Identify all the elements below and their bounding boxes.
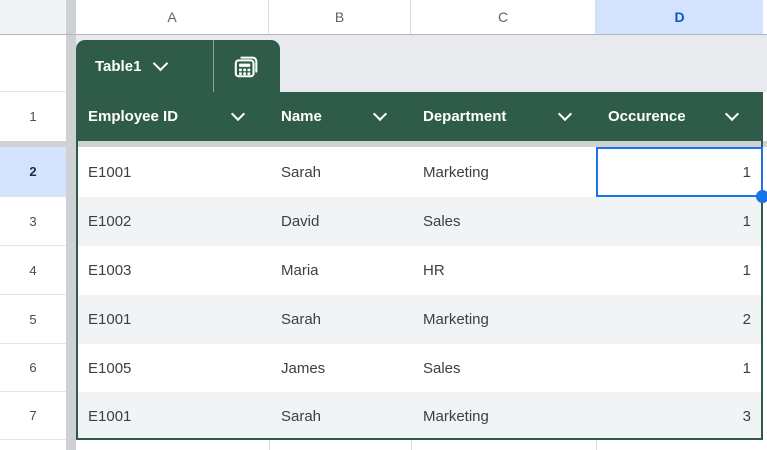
cell-d6[interactable]: 1: [596, 344, 763, 392]
chevron-down-icon[interactable]: [725, 107, 739, 121]
frozen-row-divider: [0, 141, 767, 147]
row-header-4[interactable]: 4: [0, 246, 66, 295]
table-row: 3 E1002 David Sales 1: [0, 197, 767, 246]
cell-b4[interactable]: Maria: [269, 246, 411, 295]
cell-a6[interactable]: E1005: [76, 344, 269, 392]
cell-d3[interactable]: 1: [596, 197, 763, 246]
cell-a7[interactable]: E1001: [76, 392, 269, 440]
cell-c4[interactable]: HR: [411, 246, 596, 295]
table-row: 2 E1001 Sarah Marketing 1: [0, 147, 767, 197]
chevron-down-icon: [153, 56, 169, 72]
table-header-employee-id[interactable]: Employee ID: [76, 92, 269, 141]
chevron-down-icon[interactable]: [373, 107, 387, 121]
row-filler: [763, 392, 767, 440]
table-border-bottom: [76, 438, 763, 440]
table-name-button[interactable]: Table1: [76, 40, 213, 92]
row-filler: [763, 295, 767, 344]
table-header-row: 1 Employee ID Name Department Occurence: [0, 92, 767, 141]
table-row: 5 E1001 Sarah Marketing 2: [0, 295, 767, 344]
table-tab: Table1: [76, 40, 280, 92]
chevron-down-icon[interactable]: [558, 107, 572, 121]
table-header-department[interactable]: Department: [411, 92, 596, 141]
cell-b2[interactable]: Sarah: [269, 147, 411, 197]
row-header-3[interactable]: 3: [0, 197, 66, 246]
row-header-spacer: [0, 35, 66, 92]
row-filler: [763, 344, 767, 392]
cell-b7[interactable]: Sarah: [269, 392, 411, 440]
column-header-a[interactable]: A: [76, 0, 269, 34]
partial-grid: [76, 440, 767, 450]
table-row: 7 E1001 Sarah Marketing 3: [0, 392, 767, 440]
column-header-sliver: [763, 0, 767, 34]
select-all-corner[interactable]: [0, 0, 66, 34]
cell-a3[interactable]: E1002: [76, 197, 269, 246]
table-tab-row: Table1: [0, 35, 767, 92]
row-header-2[interactable]: 2: [0, 147, 66, 197]
cell-d2-active[interactable]: 1: [596, 147, 763, 197]
gridline: [269, 440, 270, 450]
spreadsheet-grid-view: A B C D Table1: [0, 0, 767, 450]
cell-d4[interactable]: 1: [596, 246, 763, 295]
cell-a4[interactable]: E1003: [76, 246, 269, 295]
table-header-name[interactable]: Name: [269, 92, 411, 141]
cell-a5[interactable]: E1001: [76, 295, 269, 344]
gridline: [411, 440, 412, 450]
table-menu-button[interactable]: [214, 40, 280, 92]
cell-c2[interactable]: Marketing: [411, 147, 596, 197]
table-header-label: Occurence: [608, 108, 686, 125]
column-header-b[interactable]: B: [269, 0, 411, 34]
table-grid-icon: [232, 52, 262, 80]
cell-c5[interactable]: Marketing: [411, 295, 596, 344]
column-header-strip: A B C D: [0, 0, 767, 35]
cell-a2[interactable]: E1001: [76, 147, 269, 197]
column-header-d-selected[interactable]: D: [596, 0, 763, 34]
row-filler: [763, 197, 767, 246]
row-filler: [763, 246, 767, 295]
table-border-right: [761, 92, 763, 440]
frozen-column-divider-segment: [66, 0, 76, 34]
row-header-7[interactable]: 7: [0, 392, 66, 440]
column-header-c[interactable]: C: [411, 0, 596, 34]
chevron-down-icon[interactable]: [231, 107, 245, 121]
table-header-occurence[interactable]: Occurence: [596, 92, 763, 141]
cell-d7[interactable]: 3: [596, 392, 763, 440]
table-name-label: Table1: [95, 58, 141, 75]
fill-handle[interactable]: [756, 190, 767, 203]
cell-c7[interactable]: Marketing: [411, 392, 596, 440]
cell-b3[interactable]: David: [269, 197, 411, 246]
cell-c3[interactable]: Sales: [411, 197, 596, 246]
tab-row-background: Table1: [76, 35, 767, 92]
gridline: [596, 440, 597, 450]
row-header-6[interactable]: 6: [0, 344, 66, 392]
partial-row-8: [0, 440, 767, 450]
frozen-column-divider: [66, 0, 76, 450]
cell-b5[interactable]: Sarah: [269, 295, 411, 344]
table-header-label: Department: [423, 108, 506, 125]
table-row: 6 E1005 James Sales 1: [0, 344, 767, 392]
table-header-label: Name: [281, 108, 322, 125]
table-border-left: [76, 92, 78, 440]
table-row: 4 E1003 Maria HR 1: [0, 246, 767, 295]
row-header-1[interactable]: 1: [0, 92, 66, 141]
header-row-filler: [763, 92, 767, 141]
cell-b6[interactable]: James: [269, 344, 411, 392]
table-header-label: Employee ID: [88, 108, 178, 125]
cell-d5[interactable]: 2: [596, 295, 763, 344]
row-header-partial: [0, 440, 66, 450]
row-header-5[interactable]: 5: [0, 295, 66, 344]
cell-c6[interactable]: Sales: [411, 344, 596, 392]
